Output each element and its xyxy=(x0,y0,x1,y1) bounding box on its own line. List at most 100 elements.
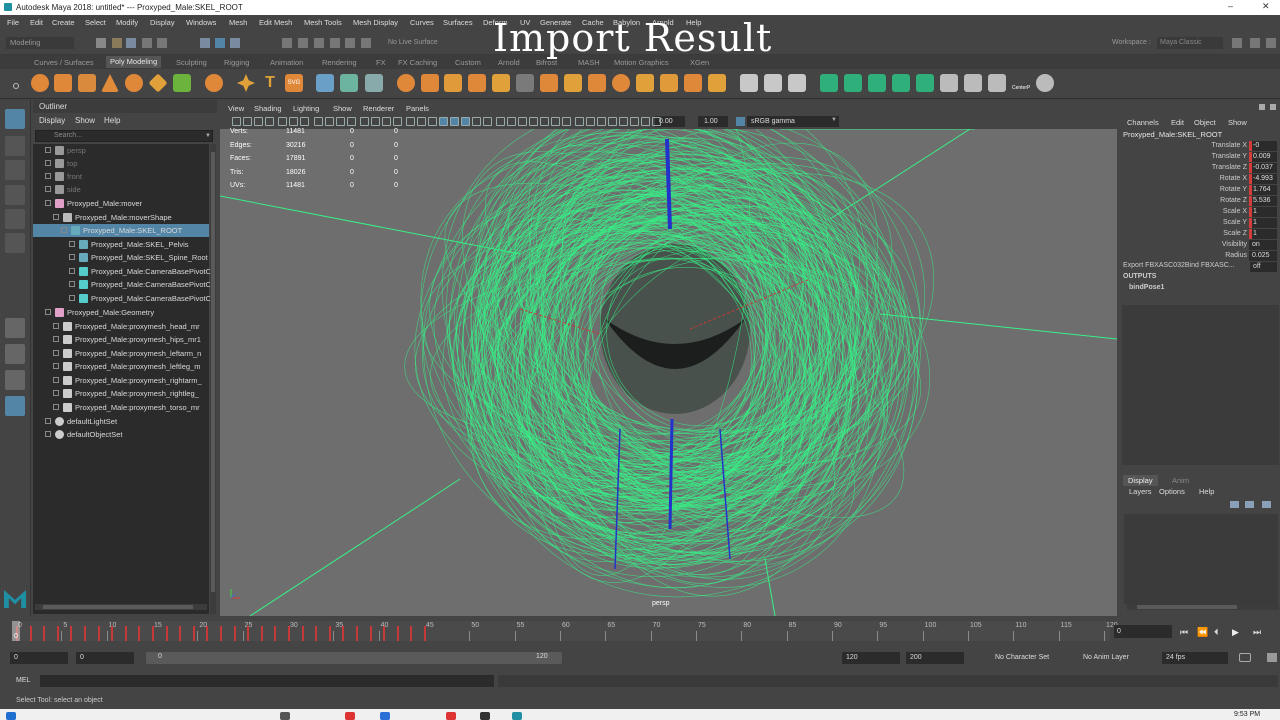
channel-attr-row[interactable]: Scale Z1 xyxy=(1121,229,1280,240)
two-pane-layout-icon[interactable] xyxy=(5,370,25,390)
merge-icon[interactable] xyxy=(588,74,606,92)
channel-attr-row[interactable]: Rotate Y 1.764 xyxy=(1121,185,1280,196)
shelf-tab-curves-surfaces[interactable]: Curves / Surfaces xyxy=(34,58,94,67)
move-layer-up-icon[interactable] xyxy=(1230,501,1239,508)
channel-box-menu-show[interactable]: Show xyxy=(1228,118,1247,127)
channel-attr-row[interactable]: Visibility on xyxy=(1121,240,1280,251)
outliner-row[interactable]: Proxyped_Male:CameraBasePivotO xyxy=(33,292,211,305)
workspace-dropdown[interactable]: Maya Classic xyxy=(1157,37,1223,49)
toggle-tool-settings-icon[interactable] xyxy=(1250,38,1260,48)
channel-box-menu-channels[interactable]: Channels xyxy=(1127,118,1159,127)
uv-spherical-icon[interactable] xyxy=(868,74,886,92)
expand-toggle-icon[interactable] xyxy=(69,281,75,287)
outliner-row[interactable]: Proxyped_Male:proxymesh_head_mr xyxy=(33,320,209,333)
channel-attr-value[interactable]: -0.037 xyxy=(1249,163,1277,173)
outliner-search-input[interactable]: Search... xyxy=(35,130,213,142)
mode-dropdown[interactable]: Modeling xyxy=(6,37,74,49)
duplicate-face-icon[interactable] xyxy=(708,74,726,92)
channel-attr-row[interactable]: Translate X -0 xyxy=(1121,141,1280,152)
task-view-icon[interactable] xyxy=(280,712,290,720)
viewport-tool-icon[interactable] xyxy=(406,117,415,126)
expand-toggle-icon[interactable] xyxy=(61,227,67,233)
menu-mesh-display[interactable]: Mesh Display xyxy=(353,18,398,27)
keyframe-marker[interactable] xyxy=(138,626,141,641)
keyframe-marker[interactable] xyxy=(43,626,46,641)
viewport-tool-icon[interactable] xyxy=(232,117,241,126)
start-button-icon[interactable] xyxy=(6,712,16,720)
viewport-tool-icon[interactable] xyxy=(461,117,470,126)
save-scene-icon[interactable] xyxy=(126,38,136,48)
channel-box-float-icon[interactable] xyxy=(1259,104,1265,110)
outliner-menu-display[interactable]: Display xyxy=(39,116,65,125)
toggle-channel-box-icon[interactable] xyxy=(1266,38,1276,48)
channel-attr-value[interactable]: 1 xyxy=(1249,218,1277,228)
select-tool-icon[interactable] xyxy=(5,109,25,129)
viewport-tool-icon[interactable] xyxy=(619,117,628,126)
menu-windows[interactable]: Windows xyxy=(186,18,216,27)
channel-attr-value[interactable]: 1 xyxy=(1249,229,1277,239)
outliner-menu-show[interactable]: Show xyxy=(75,116,95,125)
time-slider-track[interactable]: 0510152025303540455055606570758085909510… xyxy=(12,621,1118,641)
uv-cylindrical-icon[interactable] xyxy=(844,74,862,92)
channel-attr-value[interactable]: 0.025 xyxy=(1249,251,1277,261)
menu-edit[interactable]: Edit xyxy=(30,18,43,27)
keyframe-marker[interactable] xyxy=(124,626,127,641)
app-icon-b[interactable] xyxy=(446,712,456,720)
expand-toggle-icon[interactable] xyxy=(53,404,59,410)
channel-box-menu-edit[interactable]: Edit xyxy=(1171,118,1184,127)
poly-torus-icon[interactable] xyxy=(125,74,143,92)
viewport-tool-icon[interactable] xyxy=(652,117,661,126)
keyframe-marker[interactable] xyxy=(152,626,154,641)
channel-attr-row[interactable]: Translate Z -0.037 xyxy=(1121,163,1280,174)
viewport-tool-icon[interactable] xyxy=(300,117,309,126)
outliner-row[interactable]: defaultObjectSet xyxy=(33,428,209,441)
wedge-icon[interactable] xyxy=(684,74,702,92)
layer-tab-anim[interactable]: Anim xyxy=(1167,475,1194,486)
layer-menu-help[interactable]: Help xyxy=(1199,487,1214,496)
layer-menu-options[interactable]: Options xyxy=(1159,487,1185,496)
viewport-tool-icon[interactable] xyxy=(575,117,584,126)
move-tool-icon[interactable] xyxy=(5,185,25,205)
expand-toggle-icon[interactable] xyxy=(53,390,59,396)
open-scene-icon[interactable] xyxy=(112,38,122,48)
shelf-tab-animation[interactable]: Animation xyxy=(270,58,303,67)
channel-attr-value[interactable]: -4.993 xyxy=(1249,174,1277,184)
poly-sphere-icon[interactable] xyxy=(31,74,49,92)
shelf-menu-icon[interactable] xyxy=(13,83,19,89)
channel-attr-row[interactable]: Rotate X -4.993 xyxy=(1121,174,1280,185)
viewport-menu-show[interactable]: Show xyxy=(333,104,352,113)
menu-mesh-tools[interactable]: Mesh Tools xyxy=(304,18,342,27)
outliner-row[interactable]: side xyxy=(33,183,209,196)
viewport-canvas[interactable] xyxy=(220,100,1117,616)
keyframe-marker[interactable] xyxy=(56,626,59,641)
viewport-tool-icon[interactable] xyxy=(371,117,380,126)
step-back-key-icon[interactable]: ⏪ xyxy=(1197,627,1208,638)
viewport-tool-icon[interactable] xyxy=(518,117,527,126)
keyframe-marker[interactable] xyxy=(179,626,182,641)
channel-attr-value[interactable]: -0 xyxy=(1249,141,1277,151)
poke-icon[interactable] xyxy=(660,74,678,92)
expand-toggle-icon[interactable] xyxy=(45,173,51,179)
viewport-tool-icon[interactable] xyxy=(562,117,571,126)
toggle-attribute-editor-icon[interactable] xyxy=(1232,38,1242,48)
fps-dropdown[interactable]: 24 fps xyxy=(1162,652,1228,664)
poly-cube-icon[interactable] xyxy=(54,74,72,92)
channel-attr-value[interactable]: on xyxy=(1249,240,1277,250)
lasso-tool-icon[interactable] xyxy=(5,136,25,156)
keyframe-marker[interactable] xyxy=(29,626,32,641)
outliner-row[interactable]: front xyxy=(33,170,209,183)
outliner-row[interactable]: Proxyped_Male:CameraBasePivotO xyxy=(33,265,211,278)
viewport-tool-icon[interactable] xyxy=(529,117,538,126)
viewport-tool-icon[interactable] xyxy=(608,117,617,126)
boolean-icon[interactable] xyxy=(397,74,415,92)
target-weld-icon[interactable] xyxy=(612,74,630,92)
channel-attr-value[interactable]: 1.764 xyxy=(1249,185,1277,195)
expand-toggle-icon[interactable] xyxy=(45,431,51,437)
expand-toggle-icon[interactable] xyxy=(45,186,51,192)
menu-display[interactable]: Display xyxy=(150,18,175,27)
combine-icon[interactable] xyxy=(316,74,334,92)
command-input[interactable] xyxy=(40,675,494,687)
viewport-tool-icon[interactable] xyxy=(289,117,298,126)
keyframe-marker[interactable] xyxy=(356,626,358,641)
outliner-scrollbar-thumb[interactable] xyxy=(211,152,215,592)
